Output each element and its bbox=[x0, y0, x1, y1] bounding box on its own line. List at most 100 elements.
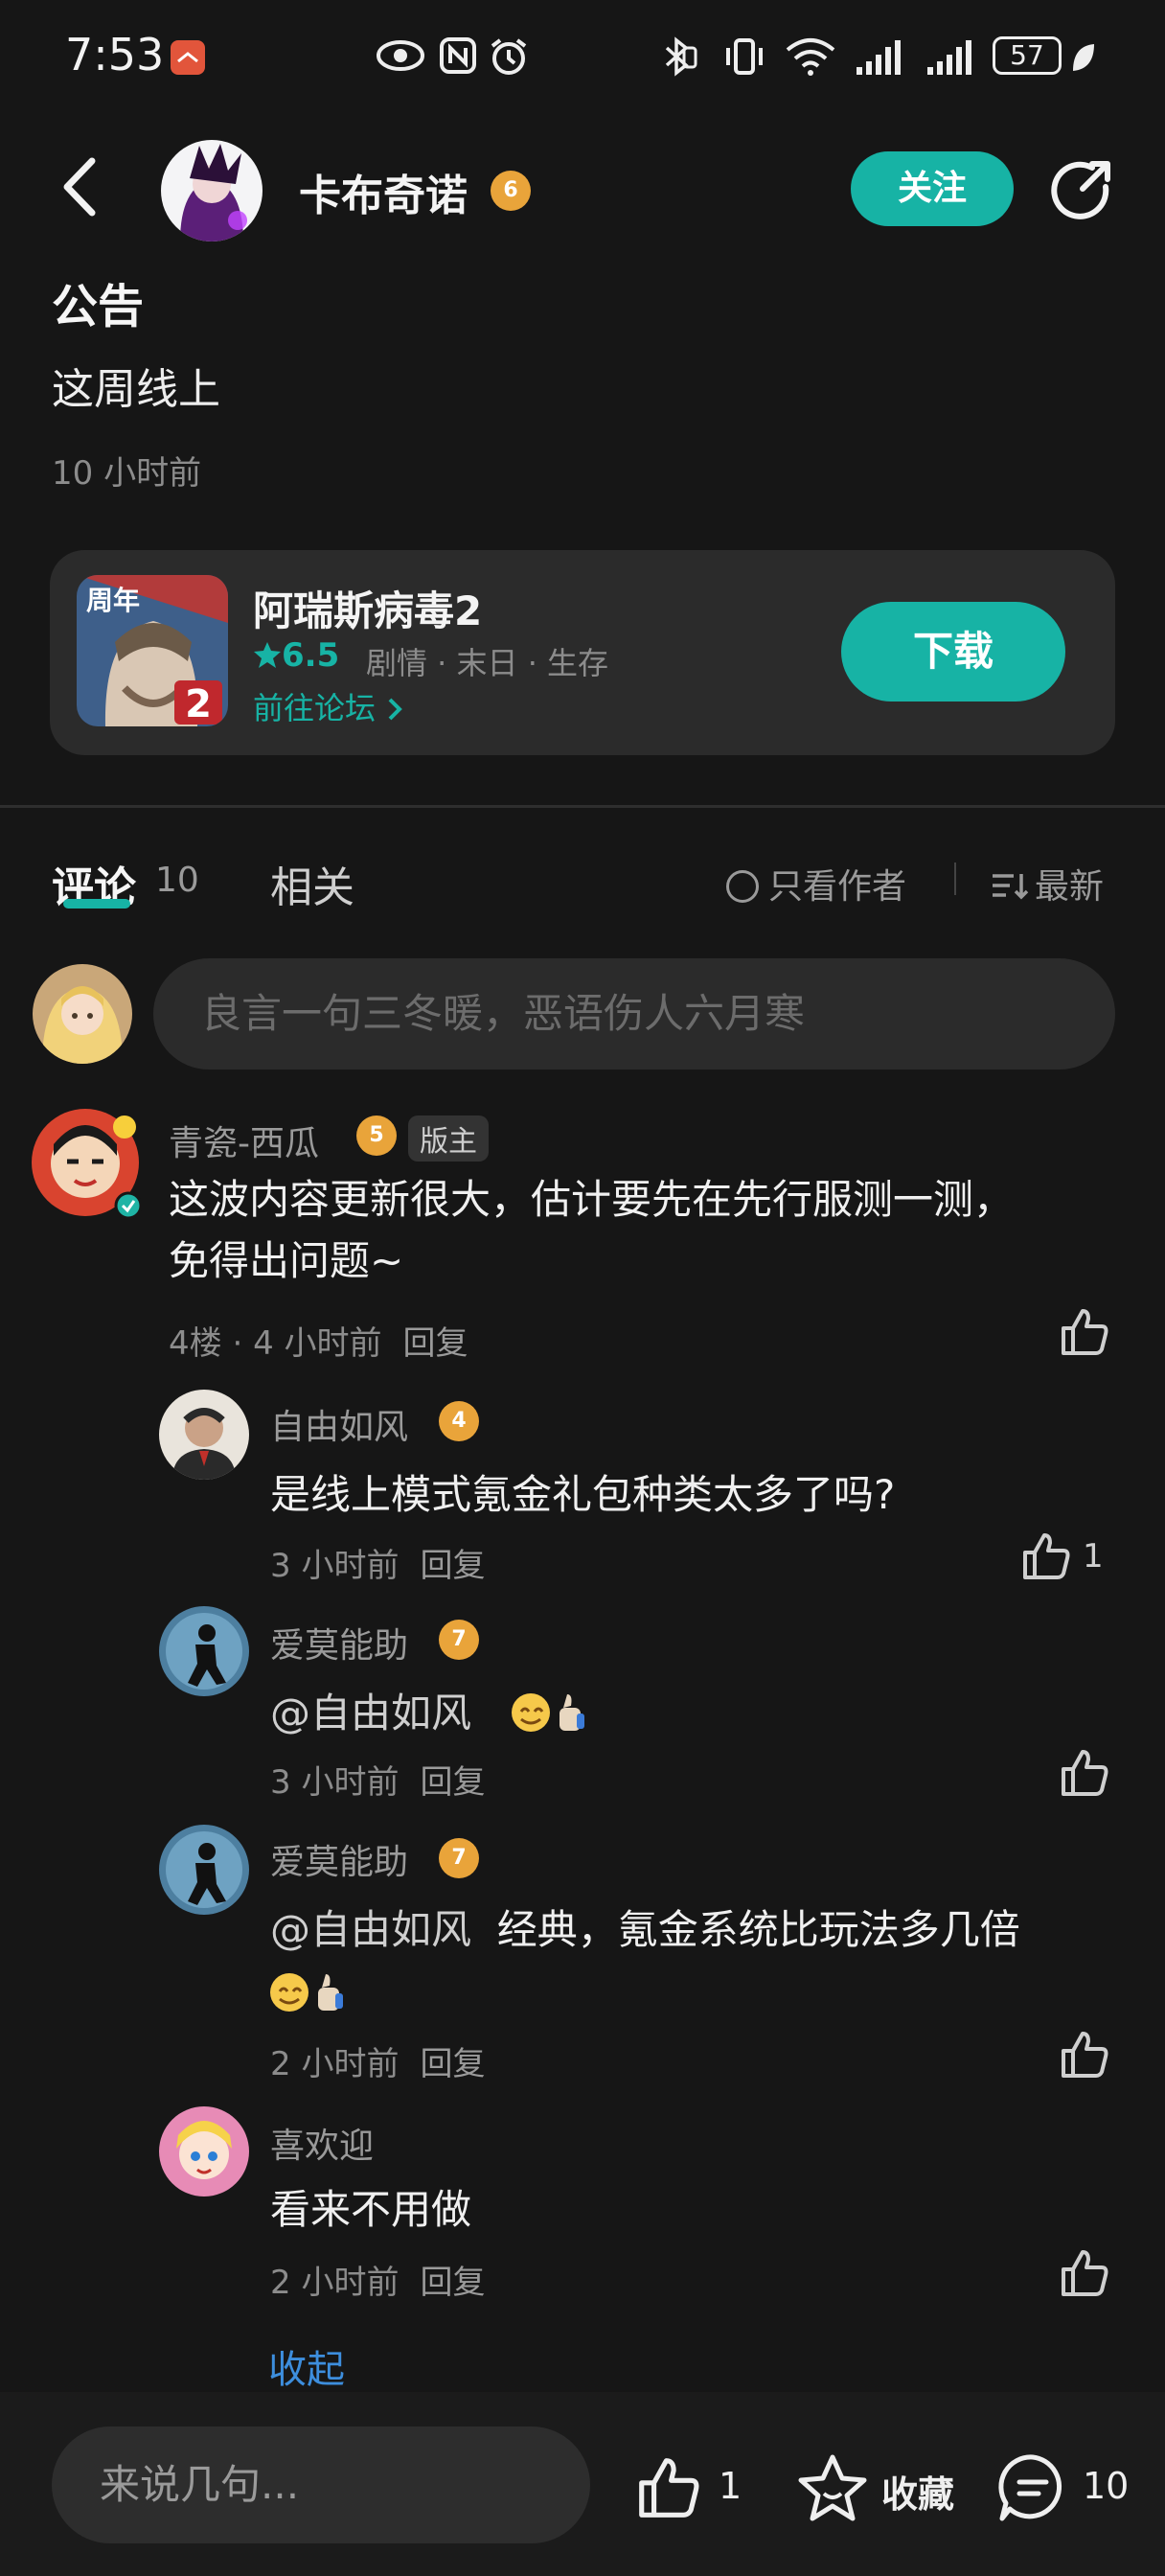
reply-text: 是线上模式氪金礼包种类太多了吗? bbox=[270, 1471, 896, 1518]
reply-button[interactable]: 回复 bbox=[420, 1763, 485, 1802]
like-post-icon[interactable] bbox=[634, 2453, 703, 2522]
reply-meta: 3 小时前 回复 bbox=[270, 1756, 485, 1803]
reply-time: 3 小时前 bbox=[270, 1547, 400, 1585]
comment-text-line-2: 免得出问题~ bbox=[169, 1237, 404, 1284]
author-level-badge: 6 bbox=[491, 171, 531, 211]
reply-time: 3 小时前 bbox=[270, 1763, 400, 1802]
leaf-icon bbox=[1073, 44, 1094, 71]
reply-username[interactable]: 喜欢迎 bbox=[270, 2118, 374, 2168]
only-author-label: 只看作者 bbox=[768, 867, 907, 907]
reply-avatar[interactable] bbox=[159, 1825, 249, 1915]
reply-avatar[interactable] bbox=[159, 1606, 249, 1696]
bottom-comment-count: 10 bbox=[1083, 2465, 1130, 2507]
wifi-icon bbox=[786, 38, 835, 76]
divider bbox=[0, 805, 1165, 808]
back-icon[interactable] bbox=[56, 153, 103, 220]
notice-time: 10 小时前 bbox=[52, 454, 202, 493]
download-button[interactable]: 下载 bbox=[841, 602, 1065, 702]
user-level-badge: 7 bbox=[439, 1620, 479, 1660]
signal-1-icon bbox=[857, 40, 901, 75]
my-avatar[interactable] bbox=[33, 964, 132, 1064]
reply-time: 2 小时前 bbox=[270, 2045, 400, 2083]
radio-icon bbox=[726, 870, 759, 903]
user-level-badge: 7 bbox=[439, 1838, 479, 1878]
share-icon[interactable] bbox=[1050, 158, 1113, 221]
favorite-label[interactable]: 收藏 bbox=[881, 2465, 954, 2518]
vibrate-icon bbox=[726, 38, 763, 75]
reply-text-line: @自由如风 经典，氪金系统比玩法多几倍 bbox=[270, 1899, 1020, 1961]
like-icon[interactable] bbox=[1058, 2246, 1111, 2300]
favorite-star-icon[interactable] bbox=[797, 2453, 868, 2522]
reply-button[interactable]: 回复 bbox=[420, 2264, 485, 2302]
game-icon-badge: 周年 bbox=[86, 585, 140, 616]
reply-username[interactable]: 爱莫能助 bbox=[270, 1834, 408, 1884]
like-count: 1 bbox=[1083, 1537, 1104, 1576]
game-icon-number: 2 bbox=[185, 682, 212, 726]
forum-link-label: 前往论坛 bbox=[253, 690, 377, 726]
notice-body: 这周线上 bbox=[52, 365, 220, 414]
game-icon[interactable]: 2 周年 bbox=[77, 575, 228, 726]
bluetooth-icon bbox=[665, 36, 697, 77]
bottom-comment-input[interactable]: 来说几句... bbox=[52, 2426, 590, 2543]
eye-icon bbox=[377, 40, 424, 71]
battery-indicator: 57 bbox=[993, 36, 1062, 75]
reply-text: 经典，氪金系统比玩法多几倍 bbox=[496, 1906, 1020, 1953]
only-author-toggle[interactable]: 只看作者 bbox=[726, 859, 906, 908]
like-icon[interactable] bbox=[1058, 1746, 1111, 1800]
comment-floor: 4楼 bbox=[169, 1324, 222, 1363]
reply-mention[interactable]: @自由如风 bbox=[270, 1906, 471, 1953]
reply-mention[interactable]: @自由如风 bbox=[270, 1683, 471, 1744]
reply-avatar[interactable] bbox=[159, 1390, 249, 1480]
tab-related[interactable]: 相关 bbox=[270, 853, 354, 914]
emoji-smile-thumbs-icon bbox=[512, 1693, 584, 1732]
status-time: 7:53 bbox=[65, 29, 165, 80]
comment-count: 10 bbox=[155, 861, 199, 900]
reply-text: 看来不用做 bbox=[270, 2186, 472, 2233]
commenter-avatar[interactable] bbox=[29, 1106, 143, 1220]
game-name[interactable]: 阿瑞斯病毒2 bbox=[253, 579, 482, 637]
game-score-value: 6.5 bbox=[282, 636, 340, 675]
reply-username[interactable]: 自由如风 bbox=[270, 1399, 408, 1449]
emoji-smile-thumbs-icon bbox=[270, 1973, 343, 2012]
reply-username[interactable]: 爱莫能助 bbox=[270, 1618, 408, 1668]
author-name[interactable]: 卡布奇诺 bbox=[299, 161, 468, 222]
comment-input[interactable]: 良言一句三冬暖，恶语伤人六月寒 bbox=[153, 958, 1115, 1070]
signal-2-icon bbox=[927, 40, 971, 75]
comment-username[interactable]: 青瓷-西瓜 bbox=[169, 1116, 319, 1165]
user-level-badge: 4 bbox=[439, 1401, 479, 1441]
user-level-badge: 5 bbox=[356, 1116, 397, 1156]
comment-meta: 4楼 · 4 小时前 回复 bbox=[169, 1324, 468, 1363]
comment-bubble-icon[interactable] bbox=[996, 2451, 1069, 2524]
reply-meta: 2 小时前 回复 bbox=[270, 2037, 485, 2084]
star-icon bbox=[254, 642, 281, 668]
missed-call-icon bbox=[171, 40, 205, 75]
follow-button[interactable]: 关注 bbox=[851, 151, 1014, 226]
reply-button[interactable]: 回复 bbox=[403, 1324, 468, 1363]
reply-meta: 3 小时前 回复 bbox=[270, 1539, 485, 1586]
comment-time: 4 小时前 bbox=[253, 1324, 382, 1363]
alarm-icon bbox=[491, 38, 527, 75]
reply-button[interactable]: 回复 bbox=[420, 2045, 485, 2083]
like-icon[interactable] bbox=[1019, 1530, 1073, 1583]
collapse-replies-link[interactable]: 收起 bbox=[268, 2338, 345, 2394]
like-icon[interactable] bbox=[1058, 2028, 1111, 2082]
post-like-count: 1 bbox=[719, 2465, 742, 2507]
nfc-icon bbox=[440, 37, 476, 74]
tab-active-indicator bbox=[63, 899, 130, 908]
sort-label: 最新 bbox=[1035, 867, 1105, 907]
reply-time: 2 小时前 bbox=[270, 2264, 400, 2302]
author-avatar[interactable] bbox=[161, 140, 263, 242]
notice-title: 公告 bbox=[52, 280, 145, 334]
sort-toggle[interactable]: 最新 bbox=[991, 859, 1104, 908]
game-tags: 剧情 · 末日 · 生存 bbox=[366, 645, 609, 681]
reply-button[interactable]: 回复 bbox=[420, 1547, 485, 1585]
sort-icon bbox=[993, 874, 1029, 900]
status-bar: 7:53 57 bbox=[0, 0, 1165, 120]
reply-meta: 2 小时前 回复 bbox=[270, 2256, 485, 2303]
like-icon[interactable] bbox=[1058, 1305, 1111, 1359]
game-score: 6.5 bbox=[253, 636, 339, 675]
forum-link[interactable]: 前往论坛 bbox=[253, 684, 404, 728]
separator bbox=[954, 862, 956, 895]
reply-avatar[interactable] bbox=[159, 2106, 249, 2196]
comment-text-line-1: 这波内容更新很大，估计要先在先行服测一测， bbox=[169, 1176, 1015, 1223]
